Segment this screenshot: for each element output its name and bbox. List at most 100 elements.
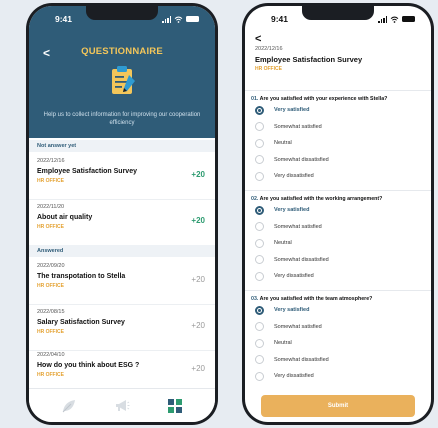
bottom-tab-bar	[29, 388, 215, 422]
section-answered: Answered	[29, 245, 215, 257]
survey-dept: HR OFFICE	[37, 329, 64, 335]
phone-survey-detail: 9:41 < 2022/12/16 Employee Satisfaction …	[242, 3, 434, 425]
wifi-icon	[390, 16, 399, 23]
radio-button[interactable]	[255, 222, 264, 232]
question-block: 02. Are you satisfied with the working a…	[245, 190, 431, 290]
option-somewhat-dissatisfied[interactable]: Somewhat dissatisfied	[251, 152, 425, 169]
leaf-icon[interactable]	[61, 398, 77, 414]
option-label: Very satisfied	[274, 307, 310, 314]
radio-button[interactable]	[255, 138, 264, 148]
radio-selected[interactable]	[255, 205, 264, 215]
option-neutral[interactable]: Neutral	[251, 235, 425, 252]
clipboard-icon	[112, 66, 135, 94]
radio-button[interactable]	[255, 155, 264, 165]
question-text: Are you satisfied with the working arran…	[259, 196, 383, 202]
option-very-dissatisfied[interactable]: Very dissatisfied	[251, 268, 425, 285]
radio-button[interactable]	[255, 238, 264, 248]
survey-title: Salary Satisfaction Survey	[37, 319, 125, 326]
survey-detail-screen: 9:41 < 2022/12/16 Employee Satisfaction …	[245, 6, 431, 422]
survey-points: +20	[191, 275, 205, 284]
radio-selected[interactable]	[255, 105, 264, 115]
survey-title: About air quality	[37, 214, 93, 221]
survey-item-answered[interactable]: 2022/09/20 The transpotation to Stella H…	[29, 257, 215, 305]
option-very-satisfied[interactable]: Very satisfied	[251, 102, 425, 119]
page-title: QUESTIONNAIRE	[81, 46, 163, 57]
questionnaire-list-screen: 9:41 < QUESTIONNAIRE Help us to collect …	[29, 6, 215, 422]
option-somewhat-dissatisfied[interactable]: Somewhat dissatisfied	[251, 252, 425, 269]
survey-date: 2022/09/20	[37, 263, 65, 269]
megaphone-icon[interactable]	[114, 398, 130, 414]
option-neutral[interactable]: Neutral	[251, 335, 425, 352]
option-label: Neutral	[274, 340, 292, 347]
survey-title: The transpotation to Stella	[37, 273, 126, 280]
battery-icon	[402, 16, 415, 22]
survey-date: 2022/08/15	[37, 309, 65, 315]
wifi-icon	[174, 16, 183, 23]
section-not-answered: Not answer yet	[29, 140, 215, 152]
option-somewhat-satisfied[interactable]: Somewhat satisfied	[251, 319, 425, 336]
survey-dept: HR OFFICE	[255, 66, 282, 72]
option-label: Very dissatisfied	[274, 273, 314, 280]
survey-points: +20	[191, 364, 205, 373]
option-very-satisfied[interactable]: Very satisfied	[251, 202, 425, 219]
radio-button[interactable]	[255, 322, 264, 332]
option-label: Neutral	[274, 140, 292, 147]
option-very-satisfied[interactable]: Very satisfied	[251, 302, 425, 319]
grid-icon[interactable]	[167, 398, 183, 414]
survey-dept: HR OFFICE	[37, 178, 64, 184]
option-label: Somewhat dissatisfied	[274, 156, 329, 163]
option-label: Somewhat satisfied	[274, 323, 322, 330]
survey-title: Employee Satisfaction Survey	[255, 55, 363, 64]
phone-notch	[302, 6, 374, 20]
status-time: 9:41	[271, 14, 289, 24]
signal-icon	[378, 15, 387, 23]
option-label: Very satisfied	[274, 107, 310, 114]
radio-button[interactable]	[255, 122, 264, 132]
radio-button[interactable]	[255, 255, 264, 265]
survey-item-answered[interactable]: 2022/08/15 Salary Satisfaction Survey HR…	[29, 303, 215, 351]
option-label: Somewhat satisfied	[274, 223, 322, 230]
question-number: 02.	[251, 196, 259, 202]
phone-questionnaire-list: 9:41 < QUESTIONNAIRE Help us to collect …	[26, 3, 218, 425]
option-label: Neutral	[274, 240, 292, 247]
survey-dept: HR OFFICE	[37, 224, 64, 230]
radio-button[interactable]	[255, 171, 264, 181]
survey-title: How do you think about ESG ?	[37, 362, 140, 369]
question-text: Are you satisfied with the team atmosphe…	[259, 296, 373, 302]
survey-points: +20	[191, 321, 205, 330]
status-time: 9:41	[55, 14, 73, 24]
survey-dept: HR OFFICE	[37, 283, 64, 289]
question-text: Are you satisfied with your experience w…	[259, 96, 388, 102]
option-somewhat-dissatisfied[interactable]: Somewhat dissatisfied	[251, 352, 425, 369]
option-label: Somewhat satisfied	[274, 123, 322, 130]
radio-button[interactable]	[255, 338, 264, 348]
survey-date: 2022/12/16	[37, 158, 65, 164]
option-very-dissatisfied[interactable]: Very dissatisfied	[251, 368, 425, 385]
radio-button[interactable]	[255, 355, 264, 365]
survey-title: Employee Satisfaction Survey	[37, 168, 137, 175]
survey-dept: HR OFFICE	[37, 372, 64, 378]
survey-date: 2022/11/20	[37, 204, 65, 210]
survey-item-answered[interactable]: 2022/04/10 How do you think about ESG ? …	[29, 346, 215, 394]
option-somewhat-satisfied[interactable]: Somewhat satisfied	[251, 219, 425, 236]
submit-button[interactable]: Submit	[261, 395, 415, 417]
survey-date: 2022/04/10	[37, 352, 65, 358]
radio-button[interactable]	[255, 371, 264, 381]
back-button[interactable]: <	[255, 33, 261, 45]
radio-button[interactable]	[255, 271, 264, 281]
question-number: 01.	[251, 96, 259, 102]
header-description: Help us to collect information for impro…	[43, 112, 201, 126]
battery-icon	[186, 16, 199, 22]
option-neutral[interactable]: Neutral	[251, 135, 425, 152]
survey-item-pending[interactable]: 2022/11/20 About air quality HR OFFICE +…	[29, 198, 215, 246]
survey-item-pending[interactable]: 2022/12/16 Employee Satisfaction Survey …	[29, 152, 215, 200]
survey-points: +20	[191, 170, 205, 179]
option-label: Very dissatisfied	[274, 373, 314, 380]
option-label: Very satisfied	[274, 207, 310, 214]
survey-points: +20	[191, 216, 205, 225]
option-somewhat-satisfied[interactable]: Somewhat satisfied	[251, 119, 425, 136]
question-block: 01. Are you satisfied with your experien…	[245, 90, 431, 190]
option-label: Somewhat dissatisfied	[274, 356, 329, 363]
radio-selected[interactable]	[255, 305, 264, 315]
option-very-dissatisfied[interactable]: Very dissatisfied	[251, 168, 425, 185]
